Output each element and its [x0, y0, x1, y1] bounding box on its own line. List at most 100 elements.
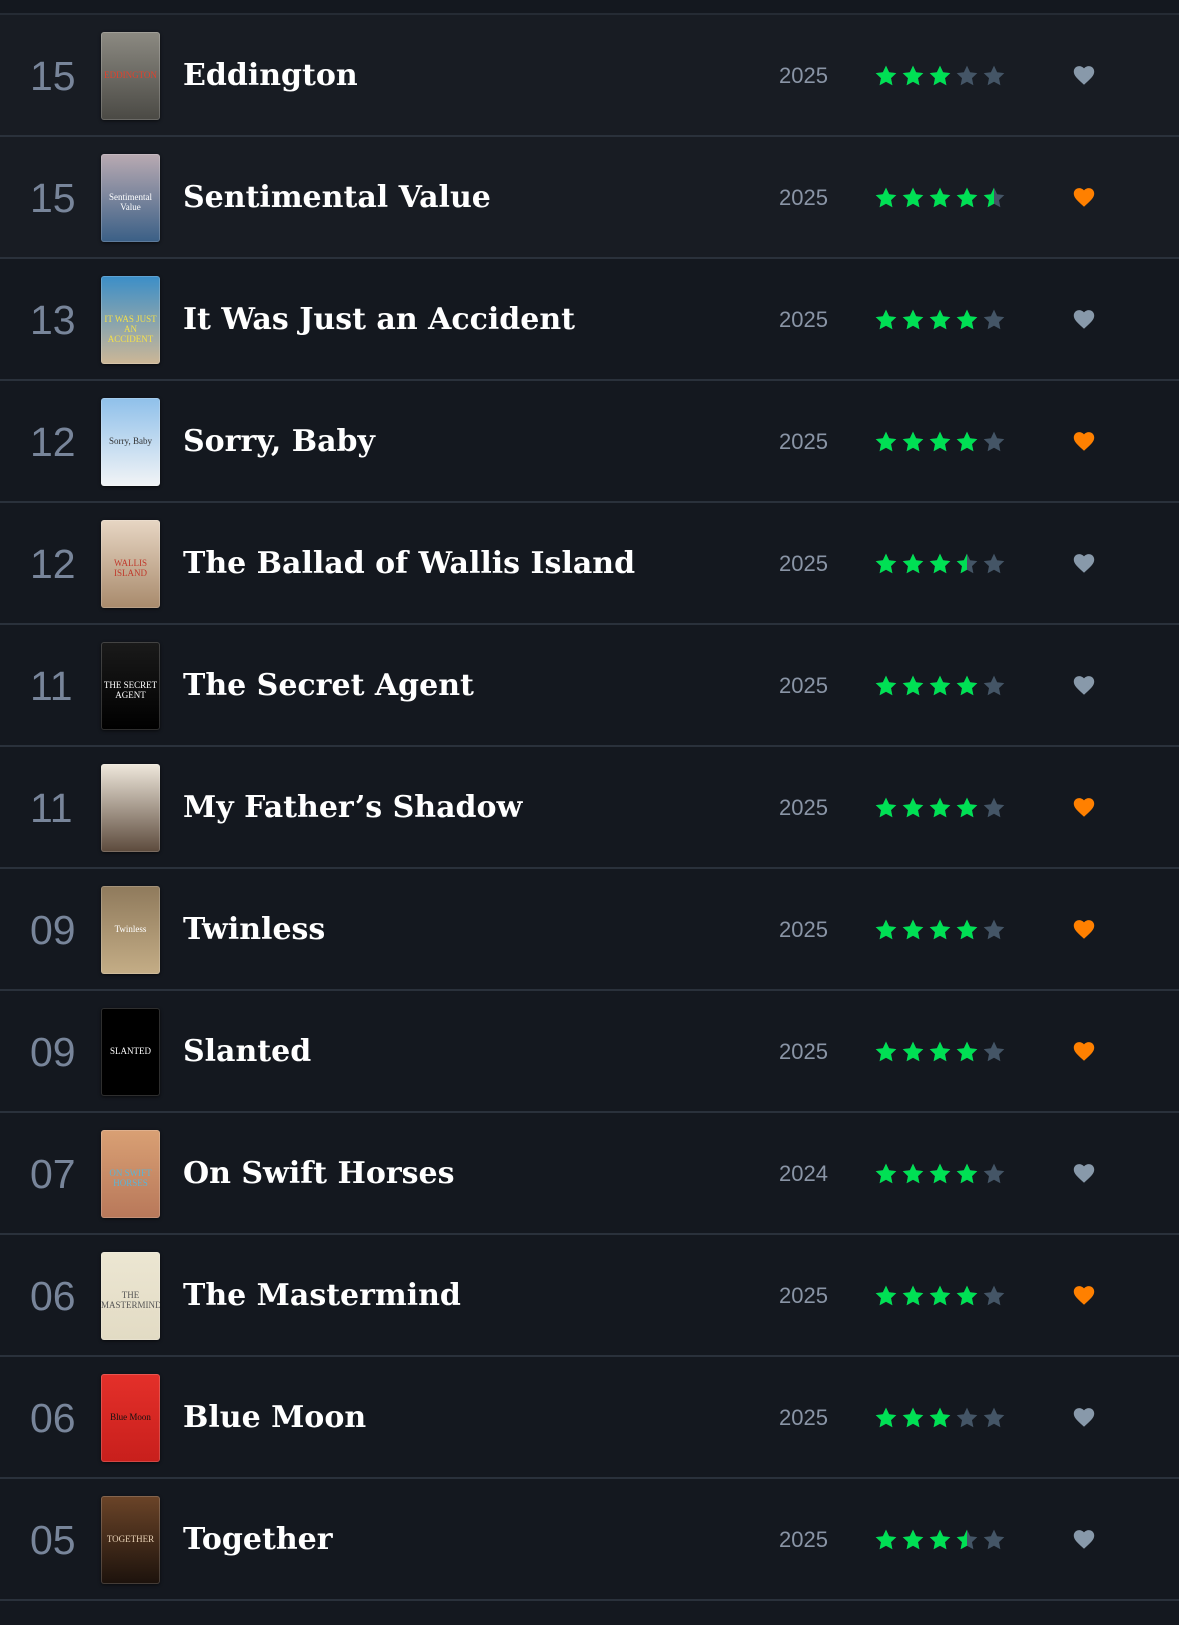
star-filled-icon: [875, 675, 897, 696]
star-filled-icon: [875, 1529, 897, 1550]
film-poster[interactable]: THE MASTERMIND: [101, 1252, 160, 1340]
star-filled-icon: [929, 675, 951, 696]
heart-liked-icon[interactable]: [1070, 1038, 1098, 1064]
film-list: 15 EDDINGTON Eddington 2025 15 Sentimental Va…: [0, 15, 1179, 1601]
star-rating: [875, 431, 1005, 452]
star-rating: [875, 309, 1005, 330]
heart-icon[interactable]: [1070, 62, 1098, 88]
star-filled-icon: [902, 1407, 924, 1428]
film-poster[interactable]: Sentimental Value: [101, 154, 160, 242]
heart-liked-icon[interactable]: [1070, 1282, 1098, 1308]
film-poster[interactable]: THE SECRET AGENT: [101, 642, 160, 730]
rank-number: 12: [30, 541, 76, 587]
film-title[interactable]: It Was Just an Accident: [183, 259, 575, 381]
film-row[interactable]: 06 THE MASTERMIND The Mastermind 2025: [0, 1235, 1179, 1357]
star-filled-icon: [956, 309, 978, 330]
star-filled-icon: [929, 187, 951, 208]
star-filled-icon: [902, 919, 924, 940]
film-row[interactable]: 09 Twinless Twinless 2025: [0, 869, 1179, 991]
rank-number: 11: [30, 785, 73, 831]
star-rating: [875, 1163, 1005, 1184]
film-row[interactable]: 05 TOGETHER Together 2025: [0, 1479, 1179, 1601]
film-row[interactable]: 11 My Father’s Shadow 2025: [0, 747, 1179, 869]
rank-number: 07: [30, 1151, 76, 1197]
film-poster[interactable]: Blue Moon: [101, 1374, 160, 1462]
film-title[interactable]: Sorry, Baby: [183, 381, 375, 503]
star-filled-icon: [902, 65, 924, 86]
rank-number: 09: [30, 1029, 76, 1075]
film-poster[interactable]: WALLIS ISLAND: [101, 520, 160, 608]
star-filled-icon: [902, 1041, 924, 1062]
heart-icon[interactable]: [1070, 672, 1098, 698]
poster-text: Sentimental Value: [109, 192, 152, 212]
film-row[interactable]: 06 Blue Moon Blue Moon 2025: [0, 1357, 1179, 1479]
star-filled-icon: [929, 1041, 951, 1062]
film-title[interactable]: Eddington: [183, 15, 358, 137]
film-row[interactable]: 12 Sorry, Baby Sorry, Baby 2025: [0, 381, 1179, 503]
heart-icon[interactable]: [1070, 1404, 1098, 1430]
star-filled-icon: [929, 309, 951, 330]
film-row[interactable]: 15 Sentimental Value Sentimental Value 2025: [0, 137, 1179, 259]
star-filled-icon: [956, 431, 978, 452]
film-title[interactable]: On Swift Horses: [183, 1113, 455, 1235]
star-rating: [875, 919, 1005, 940]
film-title[interactable]: Together: [183, 1479, 333, 1601]
star-filled-icon: [902, 675, 924, 696]
star-empty-icon: [983, 1407, 1005, 1428]
poster-text: Twinless: [114, 924, 147, 934]
heart-liked-icon[interactable]: [1070, 428, 1098, 454]
rank-number: 06: [30, 1273, 76, 1319]
film-year: 2025: [779, 185, 828, 210]
star-empty-icon: [983, 675, 1005, 696]
film-year: 2024: [779, 1161, 828, 1186]
film-title[interactable]: The Ballad of Wallis Island: [183, 503, 635, 625]
poster-text: TOGETHER: [106, 1534, 155, 1544]
film-poster[interactable]: EDDINGTON: [101, 32, 160, 120]
film-row[interactable]: 13 IT WAS JUST AN ACCIDENT It Was Just an …: [0, 259, 1179, 381]
heart-liked-icon[interactable]: [1070, 916, 1098, 942]
heart-liked-icon[interactable]: [1070, 184, 1098, 210]
heart-icon[interactable]: [1070, 550, 1098, 576]
film-title[interactable]: My Father’s Shadow: [183, 747, 522, 869]
film-poster[interactable]: Sorry, Baby: [101, 398, 160, 486]
poster-text: EDDINGTON: [104, 70, 157, 80]
film-poster[interactable]: [101, 764, 160, 852]
heart-liked-icon[interactable]: [1070, 794, 1098, 820]
film-row[interactable]: 15 EDDINGTON Eddington 2025: [0, 15, 1179, 137]
film-row[interactable]: 11 THE SECRET AGENT The Secret Agent 2025: [0, 625, 1179, 747]
film-title[interactable]: Slanted: [183, 991, 311, 1113]
star-filled-icon: [902, 553, 924, 574]
rank-number: 09: [30, 907, 76, 953]
poster-text: THE MASTERMIND: [101, 1290, 160, 1310]
film-year: 2025: [779, 1527, 828, 1552]
film-row[interactable]: 09 SLANTED Slanted 2025: [0, 991, 1179, 1113]
star-rating: [875, 797, 1005, 818]
film-poster[interactable]: TOGETHER: [101, 1496, 160, 1584]
star-filled-icon: [902, 309, 924, 330]
star-filled-icon: [902, 1529, 924, 1550]
film-row[interactable]: 07 ON SWIFT HORSES On Swift Horses 2024: [0, 1113, 1179, 1235]
film-title[interactable]: The Mastermind: [183, 1235, 461, 1357]
star-empty-icon: [983, 1163, 1005, 1184]
film-row[interactable]: 12 WALLIS ISLAND The Ballad of Wallis Isla…: [0, 503, 1179, 625]
film-year: 2025: [779, 551, 828, 576]
star-filled-icon: [875, 65, 897, 86]
film-title[interactable]: Blue Moon: [183, 1357, 366, 1479]
film-title[interactable]: Twinless: [183, 869, 325, 991]
film-year: 2025: [779, 1405, 828, 1430]
film-title[interactable]: The Secret Agent: [183, 625, 474, 747]
film-title[interactable]: Sentimental Value: [183, 137, 491, 259]
film-poster[interactable]: IT WAS JUST AN ACCIDENT: [101, 276, 160, 364]
film-poster[interactable]: SLANTED: [101, 1008, 160, 1096]
heart-icon[interactable]: [1070, 306, 1098, 332]
heart-icon[interactable]: [1070, 1526, 1098, 1552]
film-poster[interactable]: Twinless: [101, 886, 160, 974]
star-filled-icon: [929, 1529, 951, 1550]
heart-icon[interactable]: [1070, 1160, 1098, 1186]
star-rating: [875, 65, 1005, 86]
star-empty-icon: [983, 309, 1005, 330]
star-filled-icon: [875, 431, 897, 452]
star-filled-icon: [956, 919, 978, 940]
film-poster[interactable]: ON SWIFT HORSES: [101, 1130, 160, 1218]
star-filled-icon: [956, 1041, 978, 1062]
